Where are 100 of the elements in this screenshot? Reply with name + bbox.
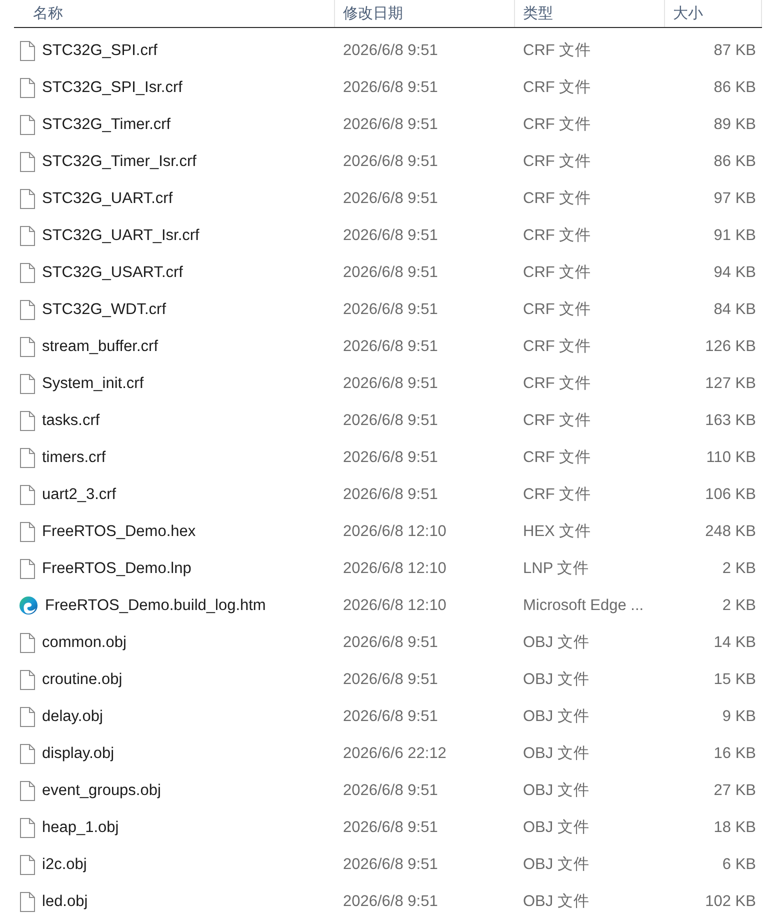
file-size: 163 KB: [705, 412, 757, 430]
document-icon: [19, 78, 35, 98]
file-name[interactable]: FreeRTOS_Demo.lnp: [42, 560, 192, 578]
file-name[interactable]: STC32G_WDT.crf: [42, 300, 166, 318]
file-type: OBJ 文件: [522, 744, 590, 764]
modified-date: 2026/6/8 9:51: [342, 374, 438, 392]
file-size: 91 KB: [714, 226, 757, 244]
file-size: 110 KB: [706, 448, 757, 466]
file-name[interactable]: timers.crf: [42, 448, 106, 466]
file-name[interactable]: STC32G_USART.crf: [42, 264, 183, 282]
modified-date: 2026/6/8 9:51: [342, 486, 438, 504]
file-size: 18 KB: [714, 818, 757, 836]
file-name[interactable]: uart2_3.crf: [42, 486, 116, 504]
file-name[interactable]: event_groups.obj: [42, 782, 161, 800]
file-type: CRF 文件: [522, 41, 592, 61]
document-icon: [19, 706, 35, 726]
column-header[interactable]: 大小: [665, 0, 762, 27]
document-icon: [19, 410, 35, 430]
document-icon: [19, 374, 35, 394]
modified-date: 2026/6/8 9:51: [342, 78, 438, 96]
modified-date: 2026/6/8 9:51: [342, 264, 438, 282]
file-name[interactable]: STC32G_UART.crf: [42, 190, 173, 208]
file-type: CRF 文件: [522, 374, 592, 394]
document-icon: [19, 744, 35, 764]
browser-swirl-icon: [19, 596, 38, 615]
file-name[interactable]: STC32G_SPI.crf: [42, 42, 158, 60]
file-size: 16 KB: [714, 744, 757, 762]
file-name[interactable]: STC32G_SPI_Isr.crf: [42, 78, 182, 96]
file-size: 89 KB: [714, 116, 757, 134]
file-name[interactable]: stream_buffer.crf: [42, 338, 158, 356]
document-icon: [19, 780, 35, 800]
modified-date: 2026/6/8 9:51: [342, 634, 438, 652]
modified-date: 2026/6/8 9:51: [342, 670, 438, 688]
modified-date: 2026/6/8 9:51: [342, 448, 438, 466]
file-name[interactable]: STC32G_Timer_Isr.crf: [42, 152, 196, 170]
file-name[interactable]: common.obj: [42, 634, 126, 652]
file-size: 2 KB: [722, 596, 757, 614]
document-icon: [19, 484, 35, 504]
file-name[interactable]: tasks.crf: [42, 412, 100, 430]
modified-date: 2026/6/8 9:51: [342, 412, 438, 430]
column-header[interactable]: 名称: [14, 0, 335, 27]
file-type: OBJ 文件: [522, 707, 590, 727]
document-icon: [19, 40, 35, 60]
file-name[interactable]: led.obj: [42, 892, 88, 910]
document-icon: [19, 152, 35, 172]
file-type: CRF 文件: [522, 115, 592, 135]
file-size: 9 KB: [722, 708, 757, 726]
file-name[interactable]: heap_1.obj: [42, 818, 119, 836]
modified-date: 2026/6/8 9:51: [342, 116, 438, 134]
file-type: CRF 文件: [522, 78, 592, 98]
file-type: OBJ 文件: [522, 781, 590, 801]
modified-date: 2026/6/8 9:51: [342, 190, 438, 208]
file-name[interactable]: FreeRTOS_Demo.build_log.htm: [45, 596, 266, 614]
file-type: CRF 文件: [522, 411, 592, 431]
file-size: 87 KB: [714, 42, 757, 60]
file-type: CRF 文件: [522, 263, 592, 283]
document-icon: [19, 188, 35, 208]
file-type: Microsoft Edge ...: [522, 596, 644, 614]
column-header[interactable]: 修改日期: [335, 0, 515, 27]
file-size: 126 KB: [705, 338, 757, 356]
modified-date: 2026/6/8 9:51: [342, 226, 438, 244]
document-icon: [19, 558, 35, 578]
modified-date: 2026/6/8 9:51: [342, 152, 438, 170]
file-size: 15 KB: [714, 670, 757, 688]
file-name[interactable]: display.obj: [42, 744, 114, 762]
file-type: OBJ 文件: [522, 633, 590, 653]
modified-date: 2026/6/8 9:51: [342, 300, 438, 318]
column-header[interactable]: 类型: [515, 0, 665, 27]
file-type: OBJ 文件: [522, 855, 590, 875]
file-type: CRF 文件: [522, 300, 592, 320]
document-icon: [19, 670, 35, 690]
file-name[interactable]: FreeRTOS_Demo.hex: [42, 522, 196, 540]
document-icon: [19, 818, 35, 838]
file-name[interactable]: STC32G_Timer.crf: [42, 116, 171, 134]
file-size: 14 KB: [714, 634, 757, 652]
file-size: 84 KB: [714, 300, 757, 318]
file-type: CRF 文件: [522, 448, 592, 468]
file-size: 94 KB: [714, 264, 757, 282]
document-icon: [19, 892, 35, 912]
modified-date: 2026/6/8 9:51: [342, 708, 438, 726]
document-icon: [19, 854, 35, 874]
file-type: OBJ 文件: [522, 818, 590, 838]
file-size: 86 KB: [714, 78, 757, 96]
document-icon: [19, 300, 35, 320]
modified-date: 2026/6/8 9:51: [342, 818, 438, 836]
file-size: 106 KB: [705, 486, 757, 504]
file-name[interactable]: croutine.obj: [42, 670, 122, 688]
file-size: 86 KB: [714, 152, 757, 170]
modified-date: 2026/6/8 12:10: [342, 596, 446, 614]
modified-date: 2026/6/6 22:12: [342, 744, 446, 762]
file-name[interactable]: STC32G_UART_Isr.crf: [42, 226, 200, 244]
file-size: 102 KB: [705, 892, 757, 910]
file-name[interactable]: delay.obj: [42, 708, 103, 726]
document-icon: [19, 114, 35, 134]
file-type: CRF 文件: [522, 485, 592, 505]
file-name[interactable]: i2c.obj: [42, 856, 87, 874]
modified-date: 2026/6/8 12:10: [342, 522, 446, 540]
document-icon: [19, 336, 35, 356]
file-name[interactable]: System_init.crf: [42, 374, 144, 392]
modified-date: 2026/6/8 9:51: [342, 856, 438, 874]
